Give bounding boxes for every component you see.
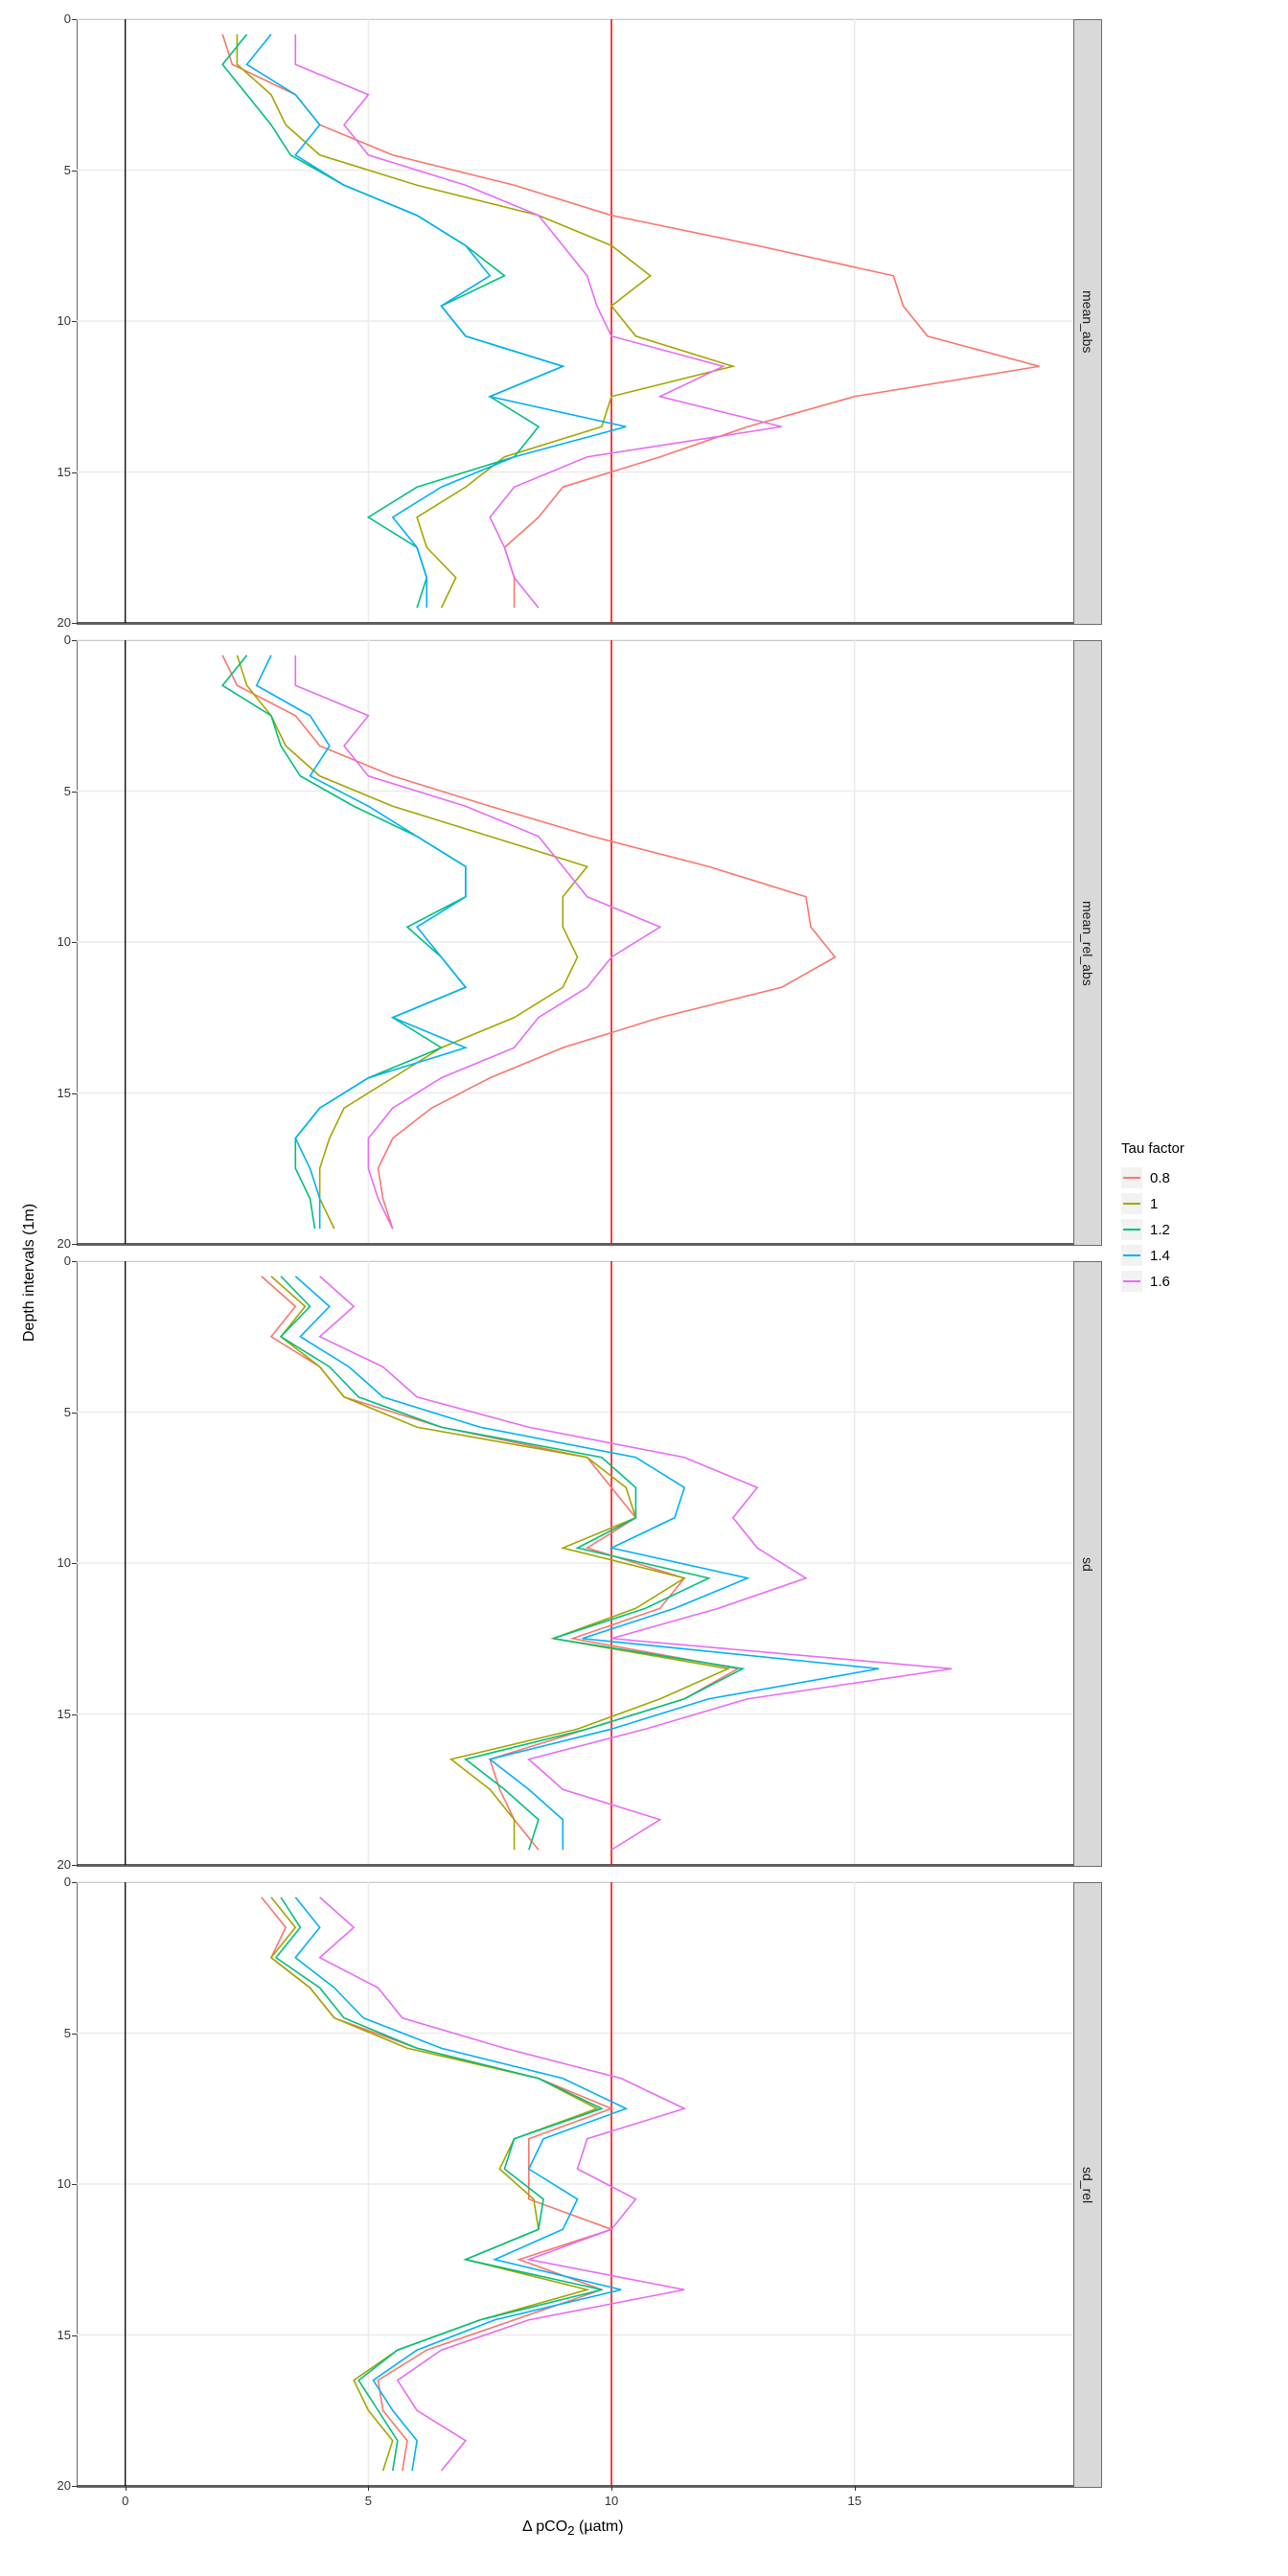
legend-swatch	[1121, 1219, 1142, 1240]
legend-swatch	[1121, 1245, 1142, 1266]
facet-strip-sd_rel: sd_rel	[1073, 1882, 1102, 2488]
legend-label: 1.2	[1150, 1222, 1170, 1238]
plot-sd_rel	[77, 1882, 1073, 2486]
plot-mean_rel_abs	[77, 640, 1073, 1244]
y-tick-label: 20	[42, 2478, 71, 2493]
legend-item: 1	[1121, 1192, 1184, 1215]
y-tick-label: 20	[42, 1236, 71, 1251]
legend-item: 1.2	[1121, 1218, 1184, 1241]
facet-label-sd: sd	[1080, 1557, 1095, 1572]
y-tick-label: 5	[42, 2026, 71, 2040]
x-tick-label: 15	[840, 2494, 869, 2508]
y-tick-label: 10	[42, 313, 71, 328]
facet-strip-mean_abs: mean_abs	[1073, 19, 1102, 625]
x-tick-label: 0	[111, 2494, 140, 2508]
y-tick-label: 10	[42, 934, 71, 949]
y-tick-label: 10	[42, 2176, 71, 2191]
plot-mean_abs	[77, 19, 1073, 623]
y-tick-label: 5	[42, 163, 71, 177]
y-tick-label: 0	[42, 12, 71, 26]
y-axis-title: Depth intervals (1m)	[21, 1204, 38, 1342]
legend-title: Tau factor	[1121, 1140, 1184, 1157]
legend-item: 1.6	[1121, 1270, 1184, 1293]
legend-label: 1	[1150, 1196, 1158, 1212]
facet-strip-mean_rel_abs: mean_rel_abs	[1073, 640, 1102, 1246]
legend-item: 1.4	[1121, 1244, 1184, 1267]
facet-label-mean_rel_abs: mean_rel_abs	[1080, 901, 1095, 986]
legend-label: 1.4	[1150, 1248, 1170, 1264]
y-tick-label: 15	[42, 465, 71, 479]
y-tick-label: 0	[42, 1874, 71, 1889]
legend-swatch	[1121, 1271, 1142, 1292]
legend-swatch	[1121, 1167, 1142, 1188]
facet-strip-sd: sd	[1073, 1261, 1102, 1867]
legend-swatch	[1121, 1193, 1142, 1214]
x-tick-label: 10	[597, 2494, 626, 2508]
y-tick-label: 20	[42, 1857, 71, 1872]
y-tick-label: 0	[42, 632, 71, 647]
legend: Tau factor 0.8 1 1.2 1.4 1.6	[1121, 1140, 1184, 1296]
y-tick-label: 10	[42, 1555, 71, 1570]
x-tick-label: 5	[354, 2494, 382, 2508]
legend-label: 1.6	[1150, 1274, 1170, 1290]
y-tick-label: 5	[42, 1405, 71, 1419]
y-tick-label: 20	[42, 615, 71, 630]
x-axis-title: Δ pCO2 (µatm)	[522, 2518, 624, 2538]
legend-item: 0.8	[1121, 1166, 1184, 1189]
facet-label-mean_abs: mean_abs	[1080, 290, 1095, 353]
facet-label-sd_rel: sd_rel	[1080, 2167, 1095, 2203]
y-tick-label: 5	[42, 784, 71, 798]
y-tick-label: 0	[42, 1254, 71, 1268]
y-tick-label: 15	[42, 1086, 71, 1100]
y-tick-label: 15	[42, 2328, 71, 2342]
legend-label: 0.8	[1150, 1170, 1170, 1186]
y-tick-label: 15	[42, 1707, 71, 1721]
plot-sd	[77, 1261, 1073, 1865]
